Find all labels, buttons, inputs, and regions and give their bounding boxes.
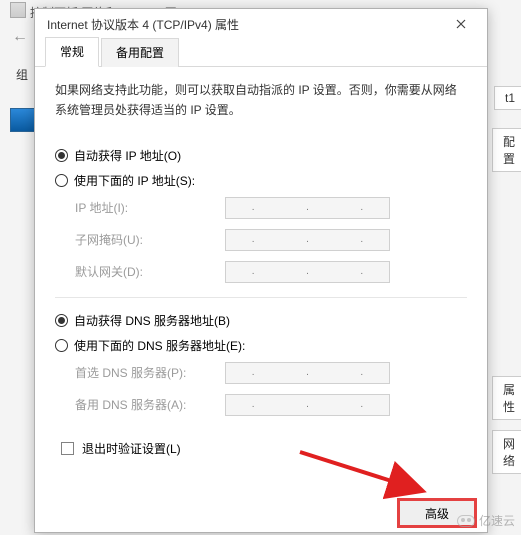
control-panel-icon [10, 2, 26, 18]
default-gateway-input[interactable]: ... [225, 261, 390, 283]
radio-icon [55, 174, 68, 187]
alternate-dns-input[interactable]: ... [225, 394, 390, 416]
radio-ip-auto-label: 自动获得 IP 地址(O) [74, 147, 181, 164]
radio-ip-auto[interactable]: 自动获得 IP 地址(O) [55, 147, 467, 164]
radio-dns-auto[interactable]: 自动获得 DNS 服务器地址(B) [55, 312, 467, 329]
dialog-content: 如果网络支持此功能，则可以获取自动指派的 IP 设置。否则，你需要从网络系统管理… [35, 67, 487, 532]
checkbox-icon [61, 442, 74, 455]
organize-label: 组 [16, 66, 28, 83]
tabbar: 常规 备用配置 [35, 39, 487, 67]
radio-dns-auto-label: 自动获得 DNS 服务器地址(B) [74, 312, 230, 329]
divider [55, 297, 467, 298]
default-gateway-label: 默认网关(D): [75, 263, 225, 280]
back-arrow-icon[interactable]: ← [12, 28, 28, 46]
radio-icon [55, 314, 68, 327]
alternate-dns-label: 备用 DNS 服务器(A): [75, 396, 225, 413]
watermark-text: 亿速云 [479, 512, 515, 529]
subnet-mask-label: 子网掩码(U): [75, 231, 225, 248]
dialog-title: Internet 协议版本 4 (TCP/IPv4) 属性 [47, 16, 441, 33]
bg-right-network: 网络 [492, 430, 521, 474]
subnet-mask-input[interactable]: ... [225, 229, 390, 251]
watermark-icon [457, 515, 475, 527]
bg-right-properties[interactable]: 属性 [492, 376, 521, 420]
ip-address-label: IP 地址(I): [75, 199, 225, 216]
tab-general[interactable]: 常规 [45, 37, 99, 67]
preferred-dns-input[interactable]: ... [225, 362, 390, 384]
radio-icon [55, 149, 68, 162]
description-text: 如果网络支持此功能，则可以获取自动指派的 IP 设置。否则，你需要从网络系统管理… [55, 81, 467, 121]
bg-right-config[interactable]: 配置 [492, 128, 521, 172]
validate-on-exit-row[interactable]: 退出时验证设置(L) [55, 440, 467, 457]
field-subnet-mask: 子网掩码(U): ... [55, 229, 467, 251]
radio-ip-manual[interactable]: 使用下面的 IP 地址(S): [55, 172, 467, 189]
close-button[interactable] [441, 11, 481, 37]
field-preferred-dns: 首选 DNS 服务器(P): ... [55, 362, 467, 384]
dns-group: 自动获得 DNS 服务器地址(B) 使用下面的 DNS 服务器地址(E): 首选… [55, 312, 467, 416]
field-alternate-dns: 备用 DNS 服务器(A): ... [55, 394, 467, 416]
radio-icon [55, 339, 68, 352]
field-ip-address: IP 地址(I): ... [55, 197, 467, 219]
watermark: 亿速云 [457, 512, 515, 529]
field-default-gateway: 默认网关(D): ... [55, 261, 467, 283]
ip-group: 自动获得 IP 地址(O) 使用下面的 IP 地址(S): IP 地址(I): … [55, 147, 467, 283]
radio-ip-manual-label: 使用下面的 IP 地址(S): [74, 172, 195, 189]
ip-address-input[interactable]: ... [225, 197, 390, 219]
radio-dns-manual[interactable]: 使用下面的 DNS 服务器地址(E): [55, 337, 467, 354]
tab-alternate[interactable]: 备用配置 [101, 38, 179, 67]
bg-right-t1: t1 [494, 86, 521, 110]
ipv4-properties-dialog: Internet 协议版本 4 (TCP/IPv4) 属性 常规 备用配置 如果… [34, 8, 488, 533]
validate-on-exit-label: 退出时验证设置(L) [82, 440, 181, 457]
close-icon [456, 19, 466, 29]
dialog-titlebar: Internet 协议版本 4 (TCP/IPv4) 属性 [35, 9, 487, 39]
preferred-dns-label: 首选 DNS 服务器(P): [75, 364, 225, 381]
radio-dns-manual-label: 使用下面的 DNS 服务器地址(E): [74, 337, 245, 354]
